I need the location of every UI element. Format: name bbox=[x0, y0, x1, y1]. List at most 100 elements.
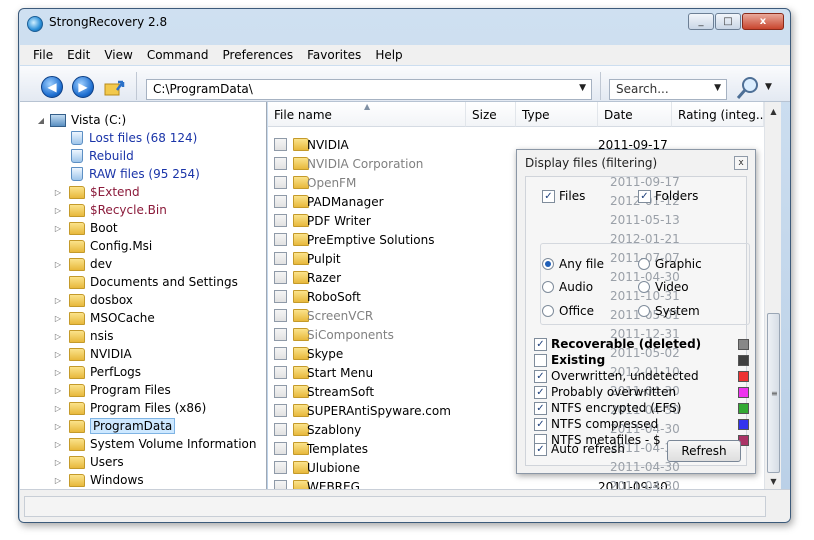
tree-item[interactable]: ▷ PerfLogs bbox=[55, 363, 141, 381]
state-color-swatch[interactable] bbox=[738, 339, 749, 350]
row-checkbox[interactable] bbox=[274, 252, 287, 265]
column-rating[interactable]: Rating (integ... bbox=[672, 102, 764, 127]
row-checkbox[interactable] bbox=[274, 423, 287, 436]
expand-toggle-icon[interactable]: ▷ bbox=[53, 206, 63, 215]
column-size[interactable]: Size bbox=[466, 102, 516, 127]
row-checkbox[interactable] bbox=[274, 442, 287, 455]
expand-toggle-icon[interactable]: ▷ bbox=[53, 314, 63, 323]
expand-toggle-icon[interactable]: ▷ bbox=[53, 404, 63, 413]
row-checkbox[interactable] bbox=[274, 271, 287, 284]
row-checkbox[interactable] bbox=[274, 366, 287, 379]
tree-item[interactable]: ▷ MSOCache bbox=[55, 309, 155, 327]
path-dropdown-icon[interactable]: ▼ bbox=[579, 83, 586, 93]
row-checkbox[interactable] bbox=[274, 309, 287, 322]
search-icon[interactable] bbox=[735, 75, 761, 101]
files-checkbox[interactable]: ✓ Files bbox=[542, 189, 585, 203]
scroll-down-icon[interactable]: ▼ bbox=[766, 474, 781, 490]
menu-favorites[interactable]: Favorites bbox=[307, 48, 361, 62]
close-button[interactable]: x bbox=[742, 13, 784, 30]
menu-command[interactable]: Command bbox=[147, 48, 209, 62]
menu-preferences[interactable]: Preferences bbox=[223, 48, 294, 62]
row-checkbox[interactable] bbox=[274, 138, 287, 151]
column-type[interactable]: Type bbox=[516, 102, 598, 127]
tree-item[interactable]: ▷ $Recycle.Bin bbox=[55, 201, 167, 219]
row-checkbox[interactable] bbox=[274, 157, 287, 170]
state-checkbox[interactable]: ✓ Probably overwritten bbox=[534, 385, 676, 399]
expand-toggle-icon[interactable]: ▷ bbox=[53, 422, 63, 431]
tree-item[interactable]: ◢ Vista (C:) bbox=[38, 111, 126, 129]
expand-toggle-icon[interactable]: ▷ bbox=[53, 440, 63, 449]
tree-item[interactable]: Config.Msi bbox=[69, 237, 152, 255]
state-color-swatch[interactable] bbox=[738, 371, 749, 382]
search-dropdown-icon[interactable]: ▼ bbox=[714, 83, 721, 93]
row-checkbox[interactable] bbox=[274, 176, 287, 189]
tree-item[interactable]: ▷ System Volume Information bbox=[55, 435, 257, 453]
up-folder-button[interactable] bbox=[103, 76, 125, 98]
folders-checkbox[interactable]: ✓ Folders bbox=[638, 189, 698, 203]
auto-refresh-checkbox[interactable]: ✓ Auto refresh bbox=[534, 442, 625, 456]
expand-toggle-icon[interactable]: ◢ bbox=[36, 116, 46, 125]
row-checkbox[interactable] bbox=[274, 290, 287, 303]
state-color-swatch[interactable] bbox=[738, 355, 749, 366]
row-checkbox[interactable] bbox=[274, 233, 287, 246]
row-checkbox[interactable] bbox=[274, 347, 287, 360]
state-checkbox[interactable]: ✓ Recoverable (deleted) bbox=[534, 337, 701, 351]
tree-item[interactable]: ▷ NVIDIA bbox=[55, 345, 132, 363]
state-color-swatch[interactable] bbox=[738, 403, 749, 414]
dialog-close-icon[interactable]: x bbox=[734, 156, 748, 170]
menu-view[interactable]: View bbox=[104, 48, 132, 62]
back-button[interactable]: ◀ bbox=[41, 76, 63, 98]
row-checkbox[interactable] bbox=[274, 328, 287, 341]
row-checkbox[interactable] bbox=[274, 404, 287, 417]
tree-item[interactable]: ▷ dosbox bbox=[55, 291, 133, 309]
menu-help[interactable]: Help bbox=[375, 48, 402, 62]
column-date[interactable]: Date bbox=[598, 102, 672, 127]
expand-toggle-icon[interactable]: ▷ bbox=[53, 386, 63, 395]
vertical-scrollbar[interactable]: ▲ ≡ ▼ bbox=[764, 102, 781, 489]
tree-item[interactable]: ▷ nsis bbox=[55, 327, 114, 345]
state-checkbox[interactable]: ✓ NTFS compressed bbox=[534, 417, 658, 431]
tree-item[interactable]: Documents and Settings bbox=[69, 273, 238, 291]
state-checkbox[interactable]: ✓ NTFS encrypted (EFS) bbox=[534, 401, 681, 415]
row-checkbox[interactable] bbox=[274, 461, 287, 474]
tree-item[interactable]: ▷ Program Files (x86) bbox=[55, 399, 206, 417]
path-input[interactable]: C:\ProgramData\ ▼ bbox=[146, 79, 592, 100]
file-type-radio[interactable]: Any file bbox=[542, 257, 604, 271]
state-color-swatch[interactable] bbox=[738, 419, 749, 430]
tree-item[interactable]: Lost files (68 124) bbox=[69, 129, 197, 147]
tree-item[interactable]: RAW files (95 254) bbox=[69, 165, 200, 183]
tree-item[interactable]: ▷ Windows bbox=[55, 471, 144, 489]
row-checkbox[interactable] bbox=[274, 385, 287, 398]
tree-item[interactable]: ▷ $Extend bbox=[55, 183, 140, 201]
search-input[interactable]: Search... ▼ bbox=[609, 79, 727, 100]
expand-toggle-icon[interactable]: ▷ bbox=[53, 260, 63, 269]
tree-item[interactable]: ▷ ProgramData bbox=[55, 417, 176, 435]
expand-toggle-icon[interactable]: ▷ bbox=[53, 458, 63, 467]
search-options-icon[interactable]: ▼ bbox=[765, 82, 772, 92]
row-checkbox[interactable] bbox=[274, 214, 287, 227]
expand-toggle-icon[interactable]: ▷ bbox=[53, 368, 63, 377]
state-checkbox[interactable]: Existing bbox=[534, 353, 605, 367]
row-checkbox[interactable] bbox=[274, 195, 287, 208]
maximize-button[interactable]: □ bbox=[715, 13, 741, 30]
file-type-radio[interactable]: Audio bbox=[542, 280, 593, 294]
state-checkbox[interactable]: ✓ Overwritten, undetected bbox=[534, 369, 699, 383]
file-type-radio[interactable]: System bbox=[638, 304, 700, 318]
file-type-radio[interactable]: Office bbox=[542, 304, 594, 318]
tree-item[interactable]: ▷ dev bbox=[55, 255, 112, 273]
tree-item[interactable]: Rebuild bbox=[69, 147, 134, 165]
expand-toggle-icon[interactable]: ▷ bbox=[53, 296, 63, 305]
column-file-name[interactable]: File name ▲ bbox=[268, 102, 466, 127]
state-color-swatch[interactable] bbox=[738, 387, 749, 398]
scroll-up-icon[interactable]: ▲ bbox=[766, 104, 781, 120]
menu-file[interactable]: File bbox=[33, 48, 53, 62]
tree-item[interactable]: ▷ Program Files bbox=[55, 381, 171, 399]
expand-toggle-icon[interactable]: ▷ bbox=[53, 224, 63, 233]
table-row[interactable]: WEBREG 2011-09-30 bbox=[268, 477, 764, 489]
file-type-radio[interactable]: Video bbox=[638, 280, 689, 294]
refresh-button[interactable]: Refresh bbox=[667, 440, 741, 462]
title-bar[interactable]: StrongRecovery 2.8 _ □ x bbox=[19, 9, 790, 37]
minimize-button[interactable]: _ bbox=[688, 13, 714, 30]
file-type-radio[interactable]: Graphic bbox=[638, 257, 702, 271]
expand-toggle-icon[interactable]: ▷ bbox=[53, 188, 63, 197]
